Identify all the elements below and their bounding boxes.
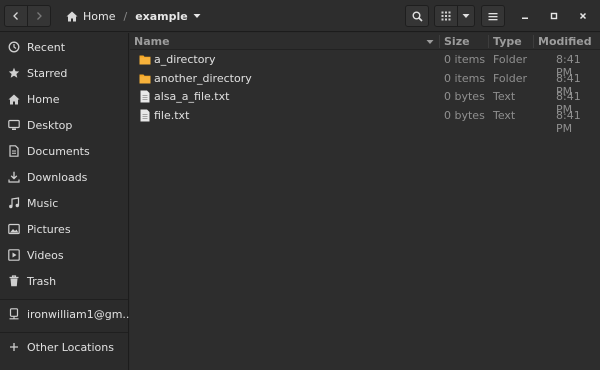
file-type: Folder	[493, 72, 527, 85]
chevron-left-icon	[13, 12, 18, 20]
breadcrumb-separator: /	[123, 9, 128, 23]
view-options-button[interactable]	[457, 5, 475, 27]
sidebar-item-label: Desktop	[27, 118, 73, 132]
sidebar-item-mount[interactable]: ironwilliam1@gm...	[0, 301, 133, 327]
sidebar-item-pictures[interactable]: Pictures	[0, 216, 128, 242]
music-icon	[8, 197, 20, 209]
sidebar-item-label: Music	[27, 196, 59, 210]
download-icon	[8, 171, 20, 183]
file-name: a_directory	[154, 53, 216, 66]
sidebar-item-label: Videos	[27, 248, 64, 262]
search-icon	[412, 11, 423, 22]
list-item[interactable]: file.txt 0 bytes Text 8:41 PM	[130, 107, 600, 135]
sidebar-item-other-locations[interactable]: Other Locations	[0, 334, 128, 360]
sidebar-separator	[0, 299, 128, 300]
chevron-right-icon	[37, 12, 42, 20]
folder-icon	[139, 55, 151, 65]
close-button[interactable]	[572, 5, 594, 27]
file-name: file.txt	[154, 109, 190, 122]
file-size: 0 items	[444, 53, 486, 66]
breadcrumb-label: example	[135, 9, 188, 23]
close-icon	[579, 12, 587, 20]
grid-icon	[441, 11, 451, 21]
file-size: 0 bytes	[444, 90, 485, 103]
column-separator	[488, 35, 489, 48]
clock-icon	[8, 41, 20, 53]
breadcrumb-home[interactable]: Home	[60, 5, 121, 27]
breadcrumb: Home / example	[60, 5, 207, 27]
sort-arrow-icon	[426, 40, 434, 44]
minimize-button[interactable]	[514, 5, 536, 27]
star-icon	[8, 67, 20, 79]
sidebar-item-label: Home	[27, 92, 60, 106]
column-modified[interactable]: Modified	[538, 35, 592, 48]
sidebar-item-music[interactable]: Music	[0, 190, 128, 216]
desktop-icon	[8, 119, 20, 131]
sidebar-item-label: Documents	[27, 144, 90, 158]
menu-button[interactable]	[481, 5, 505, 27]
dropdown-arrow-icon	[462, 14, 470, 18]
drive-icon	[8, 308, 20, 320]
text-file-icon	[140, 90, 150, 103]
column-separator	[439, 35, 440, 48]
view-mode-button[interactable]	[434, 5, 458, 27]
folder-icon	[139, 74, 151, 84]
sidebar-item-videos[interactable]: Videos	[0, 242, 128, 268]
file-type: Text	[493, 109, 516, 122]
plus-icon	[8, 341, 20, 353]
search-button[interactable]	[405, 5, 429, 27]
sidebar-item-label: Other Locations	[27, 340, 114, 354]
minimize-icon	[522, 17, 528, 19]
column-type[interactable]: Type	[493, 35, 522, 48]
file-modified: 8:41 PM	[556, 109, 581, 135]
text-file-icon	[140, 109, 150, 122]
file-type: Text	[493, 90, 516, 103]
back-button[interactable]	[4, 5, 28, 27]
sidebar-item-home[interactable]: Home	[0, 86, 128, 112]
column-name[interactable]: Name	[134, 35, 170, 48]
sidebar-item-label: Trash	[27, 274, 57, 288]
sidebar-item-label: Recent	[27, 40, 66, 54]
sidebar-item-desktop[interactable]: Desktop	[0, 112, 128, 138]
maximize-icon	[550, 12, 558, 20]
forward-button[interactable]	[27, 5, 51, 27]
file-size: 0 bytes	[444, 109, 485, 122]
list-item[interactable]: alsa_a_file.txt 0 bytes Text 8:41 PM	[130, 88, 600, 116]
file-name: alsa_a_file.txt	[154, 90, 230, 103]
column-separator	[533, 35, 534, 48]
maximize-button[interactable]	[543, 5, 565, 27]
sidebar-item-label: Starred	[27, 66, 68, 80]
sidebar-item-recent[interactable]: Recent	[0, 34, 128, 60]
home-icon	[66, 11, 78, 21]
video-icon	[8, 249, 20, 261]
home-icon	[8, 93, 20, 105]
file-list: Name Size Type Modified a_directory 0 it…	[130, 33, 600, 370]
list-item[interactable]: a_directory 0 items Folder 8:41 PM	[130, 51, 600, 79]
breadcrumb-label: Home	[83, 9, 116, 23]
sidebar-item-downloads[interactable]: Downloads	[0, 164, 128, 190]
sidebar-item-documents[interactable]: Documents	[0, 138, 128, 164]
file-type: Folder	[493, 53, 527, 66]
hamburger-icon	[488, 12, 498, 20]
column-header-row: Name Size Type Modified	[130, 33, 600, 50]
dropdown-arrow-icon	[193, 14, 201, 18]
sidebar: Recent Starred Home Desktop Documents Do…	[0, 33, 133, 370]
file-name: another_directory	[154, 72, 252, 85]
sidebar-item-label: Pictures	[27, 222, 71, 236]
sidebar-separator	[0, 332, 128, 333]
file-size: 0 items	[444, 72, 486, 85]
column-size[interactable]: Size	[444, 35, 470, 48]
breadcrumb-current[interactable]: example	[129, 5, 207, 27]
list-item[interactable]: another_directory 0 items Folder 8:41 PM	[130, 70, 600, 98]
sidebar-item-trash[interactable]: Trash	[0, 268, 128, 294]
picture-icon	[8, 223, 20, 235]
trash-icon	[8, 275, 20, 287]
sidebar-item-starred[interactable]: Starred	[0, 60, 128, 86]
header-bar: Home / example	[0, 0, 600, 32]
sidebar-item-label: Downloads	[27, 170, 88, 184]
document-icon	[8, 145, 20, 157]
sidebar-item-label: ironwilliam1@gm...	[27, 307, 133, 321]
